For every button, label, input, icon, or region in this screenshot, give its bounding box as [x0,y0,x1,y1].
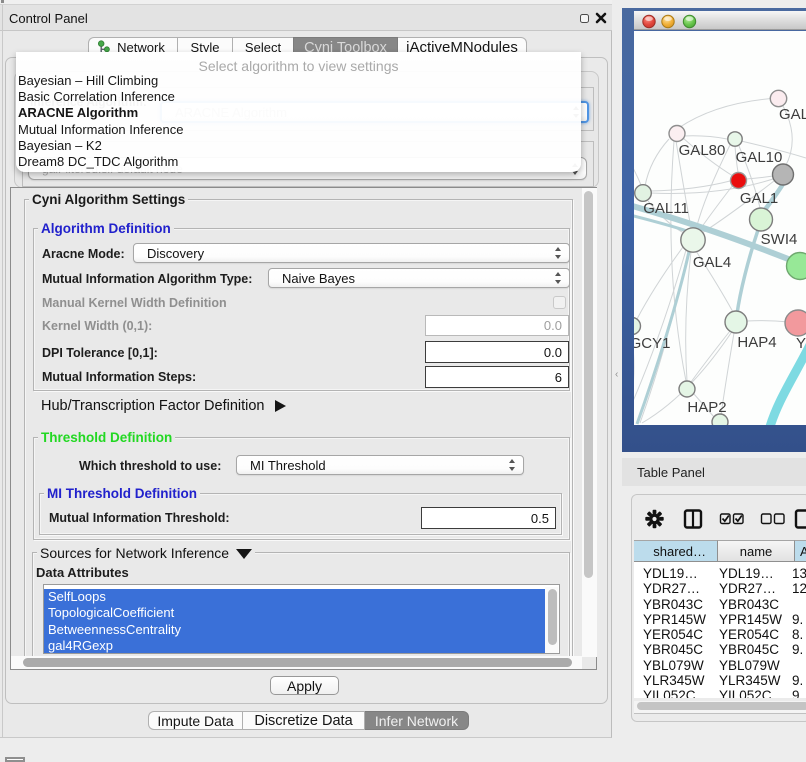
svg-text:GCY1: GCY1 [634,335,670,352]
svg-text:GAL10: GAL10 [736,149,783,166]
svg-text:GAL7: GAL7 [779,106,806,123]
svg-text:GAL80: GAL80 [679,142,726,159]
svg-text:GAL11: GAL11 [643,200,689,217]
svg-text:HAP4: HAP4 [737,334,776,351]
svg-text:GAL4: GAL4 [693,254,731,271]
svg-text:GAL1: GAL1 [740,190,778,207]
svg-text:SWI4: SWI4 [761,231,798,248]
svg-text:HAP2: HAP2 [687,399,726,416]
svg-text:YE: YE [796,335,806,352]
